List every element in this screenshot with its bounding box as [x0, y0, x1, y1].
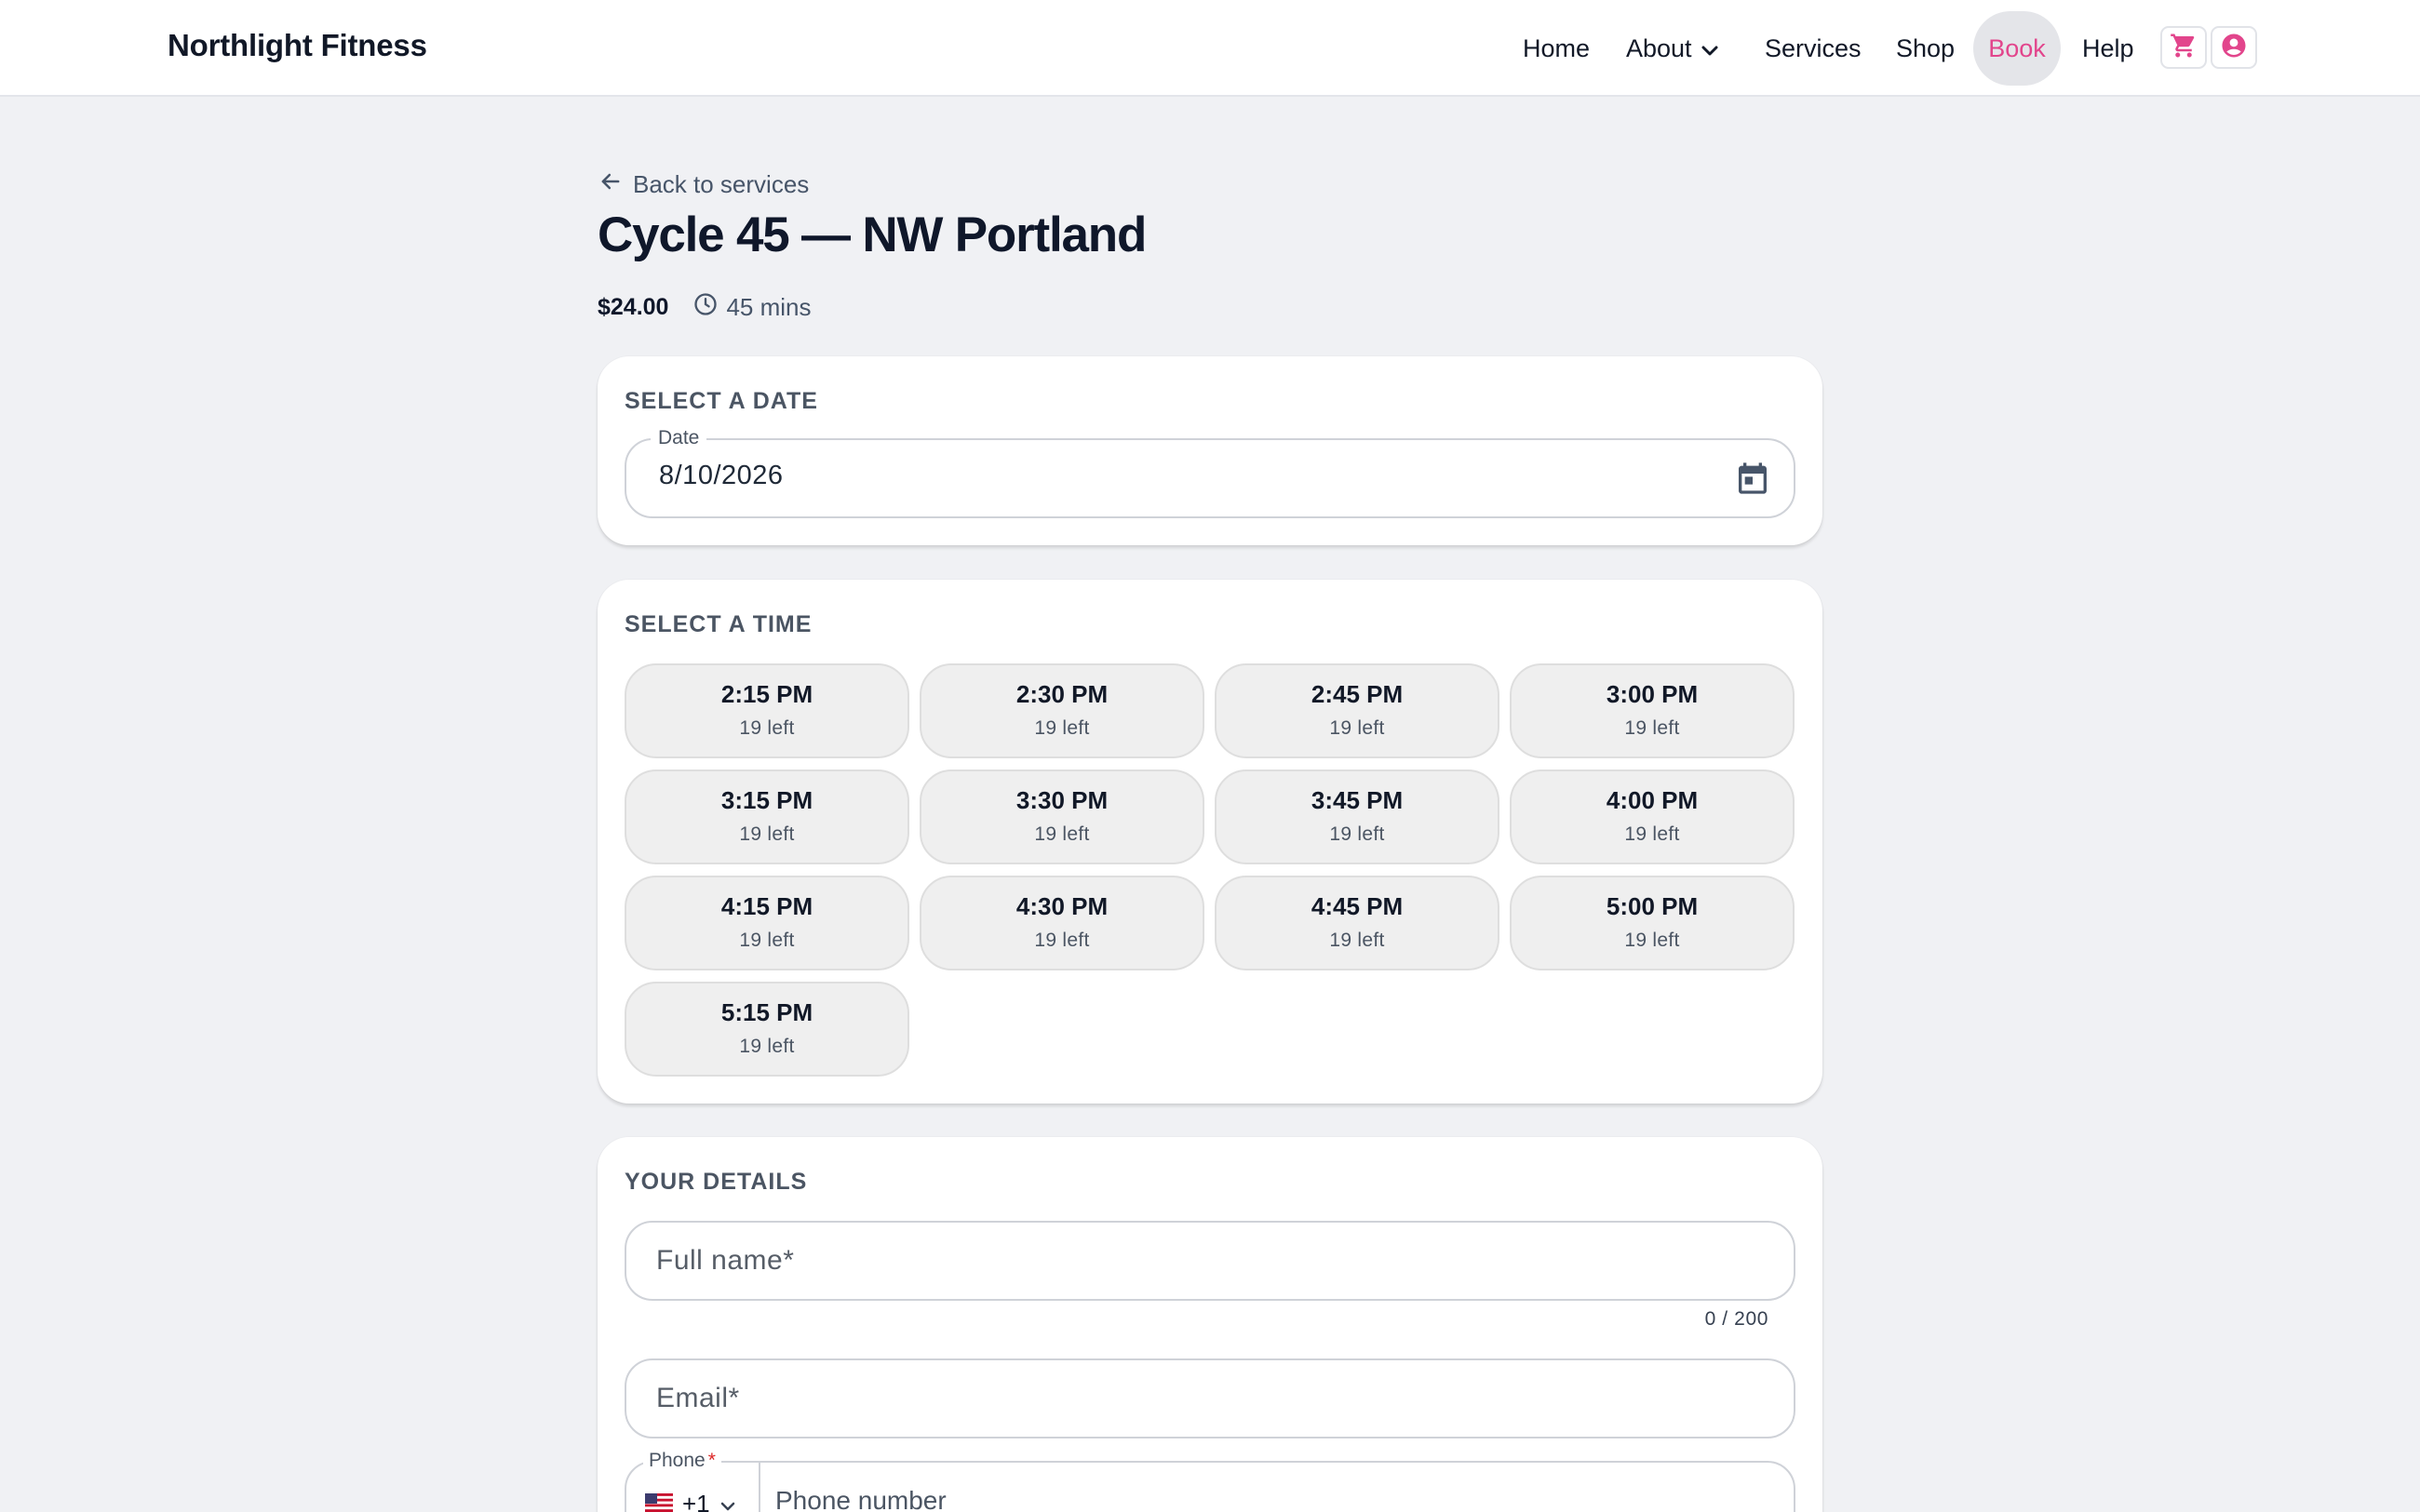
clock-icon [692, 291, 719, 324]
nav-services[interactable]: Services [1765, 11, 1862, 86]
nav-shop[interactable]: Shop [1896, 11, 1955, 86]
nav-book[interactable]: Book [1973, 11, 2061, 86]
phone-label-text: Phone [649, 1450, 706, 1471]
full-name-counter: 0 / 200 [1704, 1308, 1768, 1330]
slot-availability: 19 left [1034, 930, 1090, 951]
slot-time: 3:45 PM [1311, 786, 1404, 814]
slot-availability: 19 left [739, 1036, 795, 1057]
details-card: YOUR DETAILS 0 / 200 Phone* +1 [598, 1137, 1822, 1512]
cart-icon [2170, 32, 2198, 64]
service-meta: $24.00 45 mins [598, 288, 812, 326]
date-field[interactable]: Date 8/10/2026 [625, 427, 1795, 518]
slot-time: 2:15 PM [720, 680, 813, 708]
nav-help[interactable]: Help [2082, 11, 2134, 86]
slot-availability: 19 left [1329, 823, 1385, 845]
time-slot[interactable]: 3:15 PM 19 left [625, 769, 909, 864]
nav-about[interactable]: About [1626, 11, 1718, 86]
details-section-heading: YOUR DETAILS [625, 1169, 808, 1195]
slot-time: 4:30 PM [1015, 892, 1109, 920]
slot-time: 4:15 PM [720, 892, 813, 920]
service-duration: 45 mins [692, 291, 812, 324]
slot-time: 3:15 PM [720, 786, 813, 814]
required-mark: * [707, 1450, 716, 1471]
slot-time: 5:00 PM [1606, 892, 1699, 920]
time-slot[interactable]: 5:15 PM 19 left [625, 982, 909, 1077]
time-slot[interactable]: 2:30 PM 19 left [920, 663, 1204, 758]
chevron-down-icon [719, 1490, 736, 1512]
page-title: Cycle 45 — NW Portland [598, 207, 1147, 262]
slot-availability: 19 left [739, 823, 795, 845]
phone-field: Phone * +1 [625, 1450, 1795, 1512]
time-slot[interactable]: 3:45 PM 19 left [1215, 769, 1499, 864]
country-code: +1 [682, 1489, 710, 1512]
brand-logo[interactable]: Northlight Fitness [168, 28, 427, 63]
time-slot[interactable]: 4:00 PM 19 left [1510, 769, 1795, 864]
time-card: SELECT A TIME 2:15 PM 19 left 2:30 PM 19 l… [598, 580, 1822, 1104]
slot-availability: 19 left [1329, 717, 1385, 739]
calendar-icon[interactable] [1734, 459, 1771, 502]
time-slot[interactable]: 4:45 PM 19 left [1215, 876, 1499, 970]
duration-label: 45 mins [726, 292, 812, 321]
full-name-field[interactable] [625, 1221, 1795, 1301]
phone-number-input[interactable] [775, 1463, 1762, 1512]
time-slot[interactable]: 2:45 PM 19 left [1215, 663, 1499, 758]
date-field-label: Date [651, 427, 707, 449]
slot-availability: 19 left [739, 930, 795, 951]
arrow-left-icon [598, 168, 624, 201]
time-slot[interactable]: 4:15 PM 19 left [625, 876, 909, 970]
top-navigation-bar: Northlight Fitness Home About Services S… [0, 0, 2420, 97]
slot-time: 4:00 PM [1606, 786, 1699, 814]
slot-time: 2:30 PM [1015, 680, 1109, 708]
account-button[interactable] [2211, 26, 2257, 69]
slot-availability: 19 left [1034, 717, 1090, 739]
time-slot[interactable]: 3:30 PM 19 left [920, 769, 1204, 864]
slot-availability: 19 left [1624, 823, 1680, 845]
date-value: 8/10/2026 [659, 461, 784, 490]
service-price: $24.00 [598, 293, 669, 320]
slot-availability: 19 left [1624, 930, 1680, 951]
back-to-services-link[interactable]: Back to services [598, 166, 809, 203]
slot-availability: 19 left [1034, 823, 1090, 845]
slot-time: 5:15 PM [720, 998, 813, 1026]
phone-divider [759, 1463, 760, 1512]
time-slot[interactable]: 2:15 PM 19 left [625, 663, 909, 758]
slot-time: 3:30 PM [1015, 786, 1109, 814]
account-icon [2220, 32, 2248, 64]
slot-availability: 19 left [1329, 930, 1385, 951]
slot-time: 4:45 PM [1311, 892, 1404, 920]
time-slot[interactable]: 5:00 PM 19 left [1510, 876, 1795, 970]
slot-time: 3:00 PM [1606, 680, 1699, 708]
back-link-label: Back to services [633, 169, 810, 198]
date-section-heading: SELECT A DATE [625, 388, 818, 414]
country-code-select[interactable]: +1 [645, 1483, 736, 1512]
time-section-heading: SELECT A TIME [625, 611, 813, 637]
time-slot[interactable]: 4:30 PM 19 left [920, 876, 1204, 970]
full-name-input[interactable] [656, 1223, 1754, 1299]
slot-availability: 19 left [739, 717, 795, 739]
us-flag-icon [645, 1490, 673, 1512]
email-input[interactable] [656, 1360, 1754, 1437]
nav-home[interactable]: Home [1523, 11, 1590, 86]
email-field[interactable] [625, 1358, 1795, 1438]
phone-label: Phone * [643, 1450, 721, 1472]
chevron-down-icon [1701, 11, 1718, 86]
slot-time: 2:45 PM [1311, 680, 1404, 708]
nav-about-label: About [1626, 34, 1692, 62]
date-card: SELECT A DATE Date 8/10/2026 [598, 356, 1822, 545]
time-slot[interactable]: 3:00 PM 19 left [1510, 663, 1795, 758]
slot-availability: 19 left [1624, 717, 1680, 739]
cart-button[interactable] [2160, 26, 2207, 69]
